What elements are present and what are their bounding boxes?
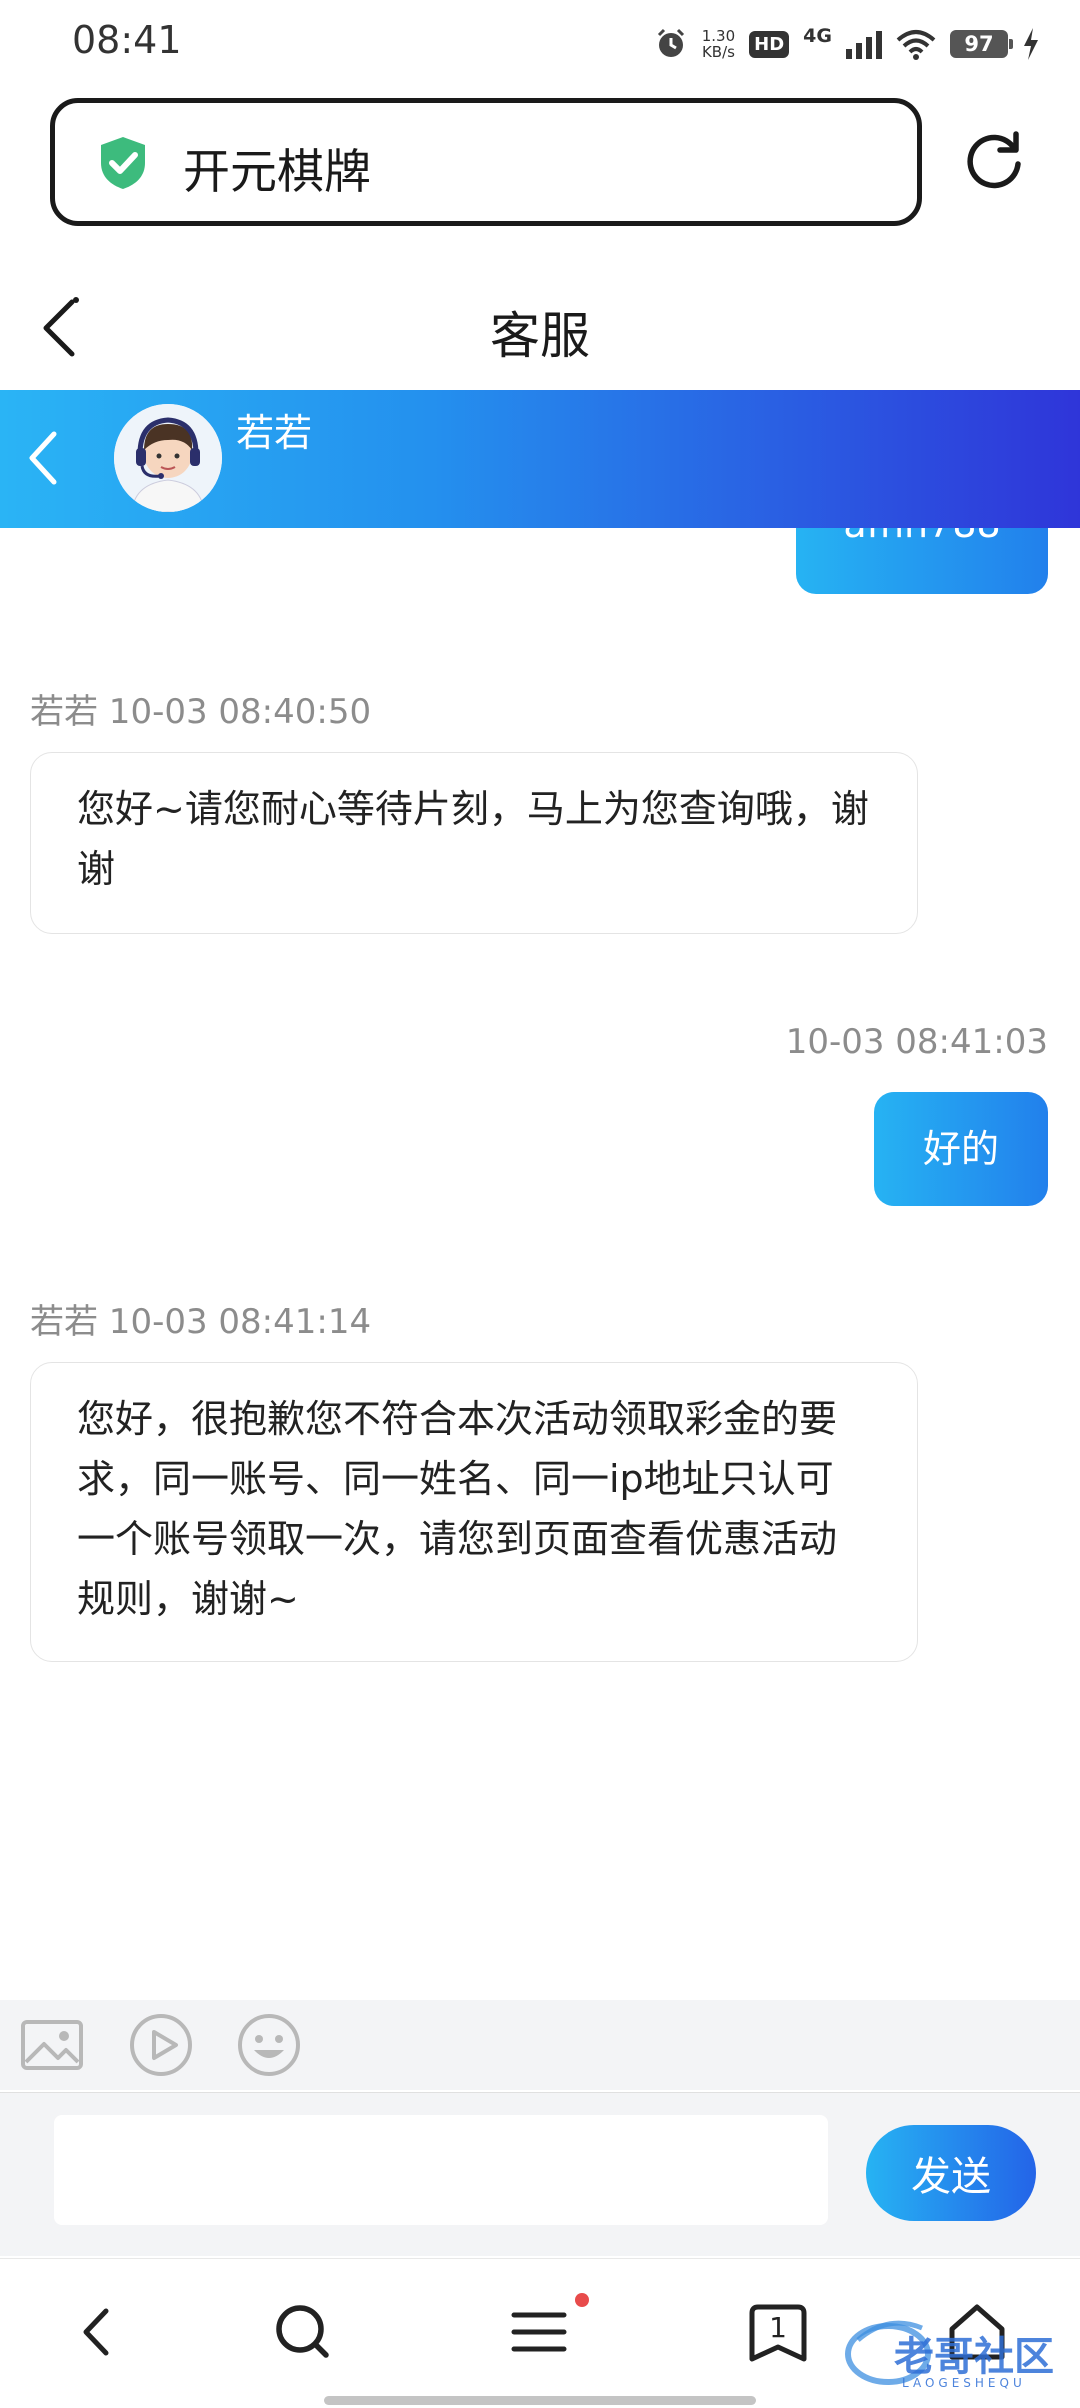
send-button[interactable]: 发送 — [866, 2125, 1036, 2221]
message-input[interactable] — [54, 2115, 828, 2225]
net-speed: 1.30 KB/s — [702, 28, 735, 60]
message-bubble-outgoing: afhh788 — [796, 528, 1048, 594]
home-indicator — [324, 2396, 756, 2405]
message-text: afhh788 — [843, 528, 1000, 546]
image-icon[interactable] — [18, 2010, 88, 2080]
url-text: 开元棋牌 — [183, 145, 371, 200]
chat-header: 若若 — [0, 390, 1080, 528]
message-meta: 若若 10-03 08:40:50 — [30, 692, 372, 732]
hd-badge: HD — [749, 30, 790, 58]
menu-notification-dot — [575, 2293, 589, 2307]
emoji-icon[interactable] — [234, 2010, 304, 2080]
nav-tabs-button[interactable]: 1 — [742, 2299, 814, 2371]
message-meta: 若若 10-03 08:41:14 — [30, 1302, 372, 1342]
message-bubble-outgoing: 好的 — [874, 1092, 1048, 1206]
url-bar[interactable]: 开元棋牌 — [50, 98, 922, 226]
title-bar: 客服 — [0, 270, 1080, 390]
status-icons: 1.30 KB/s HD 4G 97 — [654, 22, 1040, 66]
alarm-icon — [657, 28, 684, 57]
battery-indicator: 97 — [950, 30, 1013, 58]
status-bar: 08:41 1.30 KB/s HD 4G 97 — [0, 0, 1080, 86]
nav-search-icon[interactable] — [270, 2299, 336, 2365]
message-bubble-incoming: 您好，很抱歉您不符合本次活动领取彩金的要求，同一账号、同一姓名、同一ip地址只认… — [30, 1362, 918, 1662]
net-speed-unit: KB/s — [701, 43, 735, 61]
composer: 发送 — [0, 2092, 1080, 2256]
composer-toolbar — [0, 2000, 1080, 2090]
agent-avatar-image — [114, 404, 222, 512]
video-icon[interactable] — [126, 2010, 196, 2080]
status-time: 08:41 — [72, 18, 182, 62]
chat-back-icon[interactable] — [22, 426, 66, 490]
message-meta: 10-03 08:41:03 — [785, 1022, 1048, 1062]
watermark-logo: 老哥社区 LAOGESHEQU — [838, 2310, 1070, 2396]
secure-shield-icon — [101, 137, 145, 189]
reload-icon[interactable] — [964, 130, 1026, 192]
signal-icon — [846, 31, 882, 59]
page-title: 客服 — [490, 307, 590, 365]
message-text: 您好~请您耐心等待片刻，马上为您查询哦，谢谢 — [77, 787, 869, 891]
net-speed-value: 1.30 — [701, 27, 736, 45]
network-type: 4G — [803, 25, 832, 47]
message-bubble-incoming: 您好~请您耐心等待片刻，马上为您查询哦，谢谢 — [30, 752, 918, 934]
charging-icon — [1024, 28, 1038, 60]
watermark-subtext: LAOGESHEQU — [902, 2376, 1026, 2390]
agent-avatar — [114, 404, 222, 512]
message-text: 好的 — [922, 1127, 999, 1171]
nav-menu-icon[interactable] — [506, 2299, 572, 2365]
nav-back-icon[interactable] — [66, 2299, 132, 2365]
agent-name: 若若 — [236, 411, 313, 455]
wifi-icon — [896, 30, 936, 60]
watermark-text: 老哥社区 — [894, 2334, 1054, 2380]
chat-messages[interactable]: afhh788 若若 10-03 08:40:50 您好~请您耐心等待片刻，马上… — [0, 528, 1080, 2000]
message-text: 您好，很抱歉您不符合本次活动领取彩金的要求，同一账号、同一姓名、同一ip地址只认… — [77, 1397, 838, 1621]
tabs-count: 1 — [769, 2311, 787, 2344]
